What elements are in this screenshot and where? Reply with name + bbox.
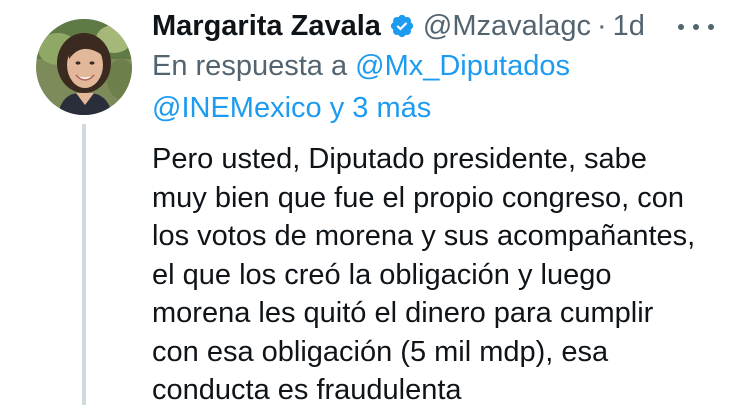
mention-link[interactable]: @Mx_Diputados [355, 50, 570, 82]
reply-prefix: En respuesta a [152, 50, 348, 82]
more-mentions-link[interactable]: y 3 más [330, 92, 432, 124]
tweet-text-line: el que los creó la obligación y luego [152, 258, 612, 291]
tweet-text-line: con esa obligación (5 mil mdp), esa [152, 335, 609, 368]
tweet-text-line: conducta es fraudulenta [152, 374, 462, 405]
more-options-icon[interactable] [678, 17, 714, 37]
reply-context: En respuesta a @Mx_Diputados [152, 46, 742, 86]
more-dot [678, 24, 684, 30]
author-handle[interactable]: @Mzavalagc [423, 6, 591, 46]
avatar[interactable] [36, 19, 132, 115]
tweet-header: Margarita Zavala @Mzavalagc · 1d [152, 6, 742, 46]
separator-dot: · [596, 10, 607, 42]
tweet-text: Pero usted, Diputado presidente, sabe mu… [152, 140, 742, 405]
more-dot [708, 24, 714, 30]
timestamp[interactable]: 1d [613, 6, 645, 46]
tweet-text-line: Pero usted, Diputado presidente, sabe [152, 143, 647, 175]
more-dot [693, 24, 699, 30]
thread-connector [82, 124, 86, 405]
tweet-text-line: morena les quitó el dinero para cumplir [152, 297, 654, 329]
author-name[interactable]: Margarita Zavala [152, 6, 381, 46]
tweet[interactable]: Margarita Zavala @Mzavalagc · 1d En resp… [0, 0, 750, 405]
tweet-text-line: muy bien que fue el propio congreso, con [152, 181, 685, 214]
reply-context-continued: @INEMexico y 3 más [152, 88, 742, 128]
avatar-photo [36, 19, 132, 115]
mention-link[interactable]: @INEMexico [152, 92, 322, 124]
tweet-text-line: los votos de morena y sus acompañantes, [152, 220, 696, 252]
verified-badge-icon [390, 14, 413, 38]
